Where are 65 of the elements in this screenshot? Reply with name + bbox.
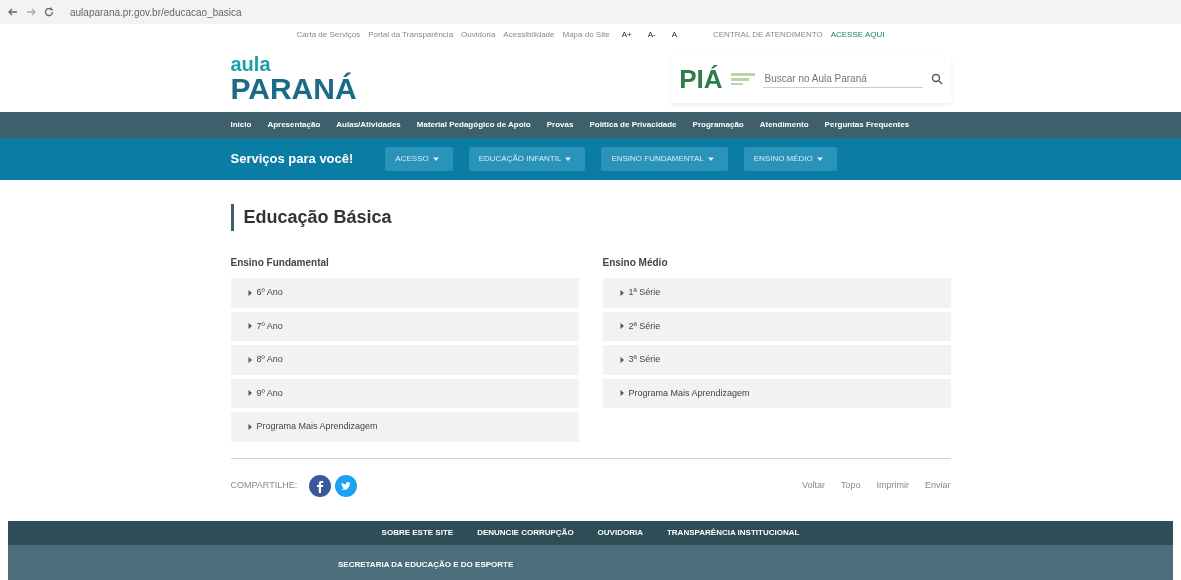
nav-link[interactable]: Apresentação xyxy=(267,119,321,131)
accordion-item[interactable]: 3ª Série xyxy=(602,345,951,375)
caret-icon xyxy=(618,323,625,330)
gov-link[interactable]: Acessibilidade xyxy=(503,29,555,41)
accordion-item[interactable]: 7º Ano xyxy=(230,311,579,341)
accordion-item[interactable]: Programa Mais Aprendizagem xyxy=(230,412,579,442)
caret-icon xyxy=(432,156,439,162)
caret-icon xyxy=(618,390,625,397)
gov-link[interactable]: Ouvidoria xyxy=(461,29,496,41)
logo-text: aula xyxy=(230,54,271,74)
accordion-item[interactable]: 9º Ano xyxy=(230,378,579,408)
nav-link[interactable]: Atendimento xyxy=(759,119,809,131)
page-action-link[interactable]: Voltar xyxy=(801,478,825,493)
caret-icon xyxy=(565,156,572,162)
nav-link[interactable]: Política de Privacidade xyxy=(589,119,677,131)
footer-link[interactable]: TRANSPARÊNCIA INSTITUCIONAL xyxy=(666,526,800,539)
twitter-icon[interactable] xyxy=(335,474,358,497)
share-label: COMPARTILHE: xyxy=(230,478,298,492)
caret-icon xyxy=(707,156,714,162)
gov-link[interactable]: Portal da Transparência xyxy=(368,29,454,41)
nav-link[interactable]: Perguntas Frequentes xyxy=(824,119,910,131)
font-size-button[interactable]: A xyxy=(667,29,681,41)
nav-link[interactable]: Provas xyxy=(546,119,574,131)
accordion-item[interactable]: 6º Ano xyxy=(230,278,579,308)
reload-icon[interactable] xyxy=(44,7,54,17)
footer-link[interactable]: SOBRE ESTE SITE xyxy=(381,526,454,539)
footer-text: SECRETARIA DA EDUCAÇÃO E DO ESPORTE xyxy=(338,558,514,571)
footer-link[interactable]: DENUNCIE CORRUPÇÃO xyxy=(477,526,574,539)
search-icon[interactable] xyxy=(930,73,943,85)
font-size-button[interactable]: A- xyxy=(643,29,660,41)
page-action-link[interactable]: Enviar xyxy=(925,478,951,493)
gov-link[interactable]: Carta de Serviços xyxy=(296,29,361,41)
accordion-item[interactable]: Programa Mais Aprendizagem xyxy=(602,378,951,408)
caret-icon xyxy=(246,323,253,330)
notice-text: CENTRAL DE ATENDIMENTO xyxy=(713,29,823,41)
accordion-item[interactable]: 2ª Série xyxy=(602,311,951,341)
caret-icon xyxy=(618,356,625,363)
page-action-link[interactable]: Imprimir xyxy=(876,478,909,493)
facebook-icon[interactable] xyxy=(309,474,332,497)
caret-icon xyxy=(246,289,253,296)
font-size-button[interactable]: A+ xyxy=(617,29,636,41)
caret-icon xyxy=(816,156,823,162)
brand-text: PIÁ xyxy=(679,62,723,96)
page-title: Educação Básica xyxy=(230,204,951,231)
column-heading: Ensino Médio xyxy=(602,256,669,270)
logo-text: PARANÁ xyxy=(230,74,357,104)
footer-link[interactable]: OUVIDORIA xyxy=(597,526,643,539)
accordion-item[interactable]: 1ª Série xyxy=(602,278,951,308)
accordion-item[interactable]: 8º Ano xyxy=(230,345,579,375)
nav-link[interactable]: Início xyxy=(230,119,252,131)
column-heading: Ensino Fundamental xyxy=(230,256,330,270)
address-bar[interactable]: aulaparana.pr.gov.br/educacao_basica xyxy=(70,4,242,20)
nav-link[interactable]: Programação xyxy=(692,119,744,131)
page-action-link[interactable]: Topo xyxy=(840,478,861,493)
stripes-icon xyxy=(730,73,755,85)
nav-link[interactable]: Aulas/Atividades xyxy=(336,119,401,131)
nav-link[interactable]: Material Pedagógico de Apoio xyxy=(416,119,531,131)
section-heading: Serviços para você! xyxy=(230,150,354,169)
caret-icon xyxy=(246,356,253,363)
gov-link[interactable]: Mapa do Site xyxy=(562,29,610,41)
caret-icon xyxy=(246,423,253,430)
back-icon[interactable] xyxy=(8,7,18,17)
notice-link[interactable]: ACESSE AQUI xyxy=(830,29,885,41)
caret-icon xyxy=(618,289,625,296)
caret-icon xyxy=(246,390,253,397)
